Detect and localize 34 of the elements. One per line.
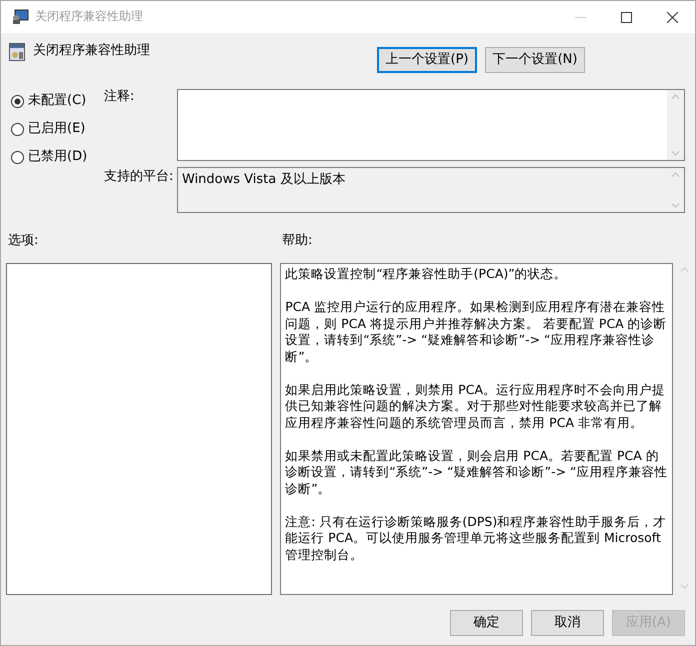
radio-label[interactable]: 未配置(C) — [28, 92, 86, 110]
dialog-button[interactable]: 确定 — [450, 610, 523, 636]
nav-button[interactable]: 上一个设置(P) — [377, 47, 477, 73]
scroll-down-icon — [671, 203, 680, 208]
help-paragraph: 如果启用此策略设置，则禁用 PCA。运行应用程序时不会向用户提供已知兼容性问题的解决方案。对于那些对性能要求较高并已了解应用程序兼容性问题的系统管理员而言，禁用 PCA 非常有用。 — [285, 382, 666, 431]
radio-label[interactable]: 已禁用(D) — [28, 148, 88, 166]
policy-title: 关闭程序兼容性助理 — [33, 43, 150, 60]
nav-button[interactable]: 下一个设置(N) — [485, 47, 585, 73]
platform-label: 支持的平台: — [104, 168, 174, 186]
scroll-up-icon — [671, 172, 680, 177]
close-icon — [666, 12, 678, 22]
help-paragraph: 如果禁用或未配置此策略设置，则会启用 PCA。若要配置 PCA 的诊断设置，请转到“系统”-> “疑难解答和诊断”-> “应用程序兼容性诊断”。 — [285, 448, 668, 497]
scroll-up-icon — [680, 267, 689, 272]
window-title: 关闭程序兼容性助理 — [35, 9, 143, 25]
scroll-down-icon — [671, 151, 680, 156]
radio-label[interactable]: 已启用(E) — [28, 120, 86, 138]
radio-button[interactable] — [11, 150, 24, 164]
comment-label: 注释: — [104, 89, 136, 106]
radio-button[interactable] — [11, 122, 24, 136]
help-label: 帮助: — [282, 233, 312, 250]
comment-field[interactable] — [177, 89, 685, 161]
help-paragraph: 此策略设置控制“程序兼容性助手(PCA)”的状态。 — [285, 266, 568, 282]
options-label: 选项: — [8, 233, 40, 250]
policy-icon — [9, 43, 25, 61]
scroll-up-icon — [671, 94, 680, 99]
dialog-button[interactable]: 取消 — [531, 610, 604, 636]
minimize-icon — [574, 16, 586, 18]
radio-button[interactable] — [11, 94, 24, 108]
platform-value: Windows Vista 及以上版本 — [182, 172, 346, 187]
scroll-down-icon — [680, 584, 689, 589]
maximize-icon — [620, 12, 632, 22]
help-paragraph: PCA 监控用户运行的应用程序。如果检测到应用程序有潜在兼容性问题，则 PCA 将提示用户并推荐解决方案。 若要配置 PCA 的诊断设置，请转到“系统”-> “疑难解答和诊断”-> “应用程序兼容性诊断”。 — [285, 299, 668, 365]
help-paragraph: 注意: 只有在运行诊断策略服务(DPS)和程序兼容性助手服务后，才能运行 PCA。可以使用服务管理单元将这些服务配置到 Microsoft 管理控制台。 — [285, 514, 668, 563]
app-icon — [11, 9, 29, 25]
